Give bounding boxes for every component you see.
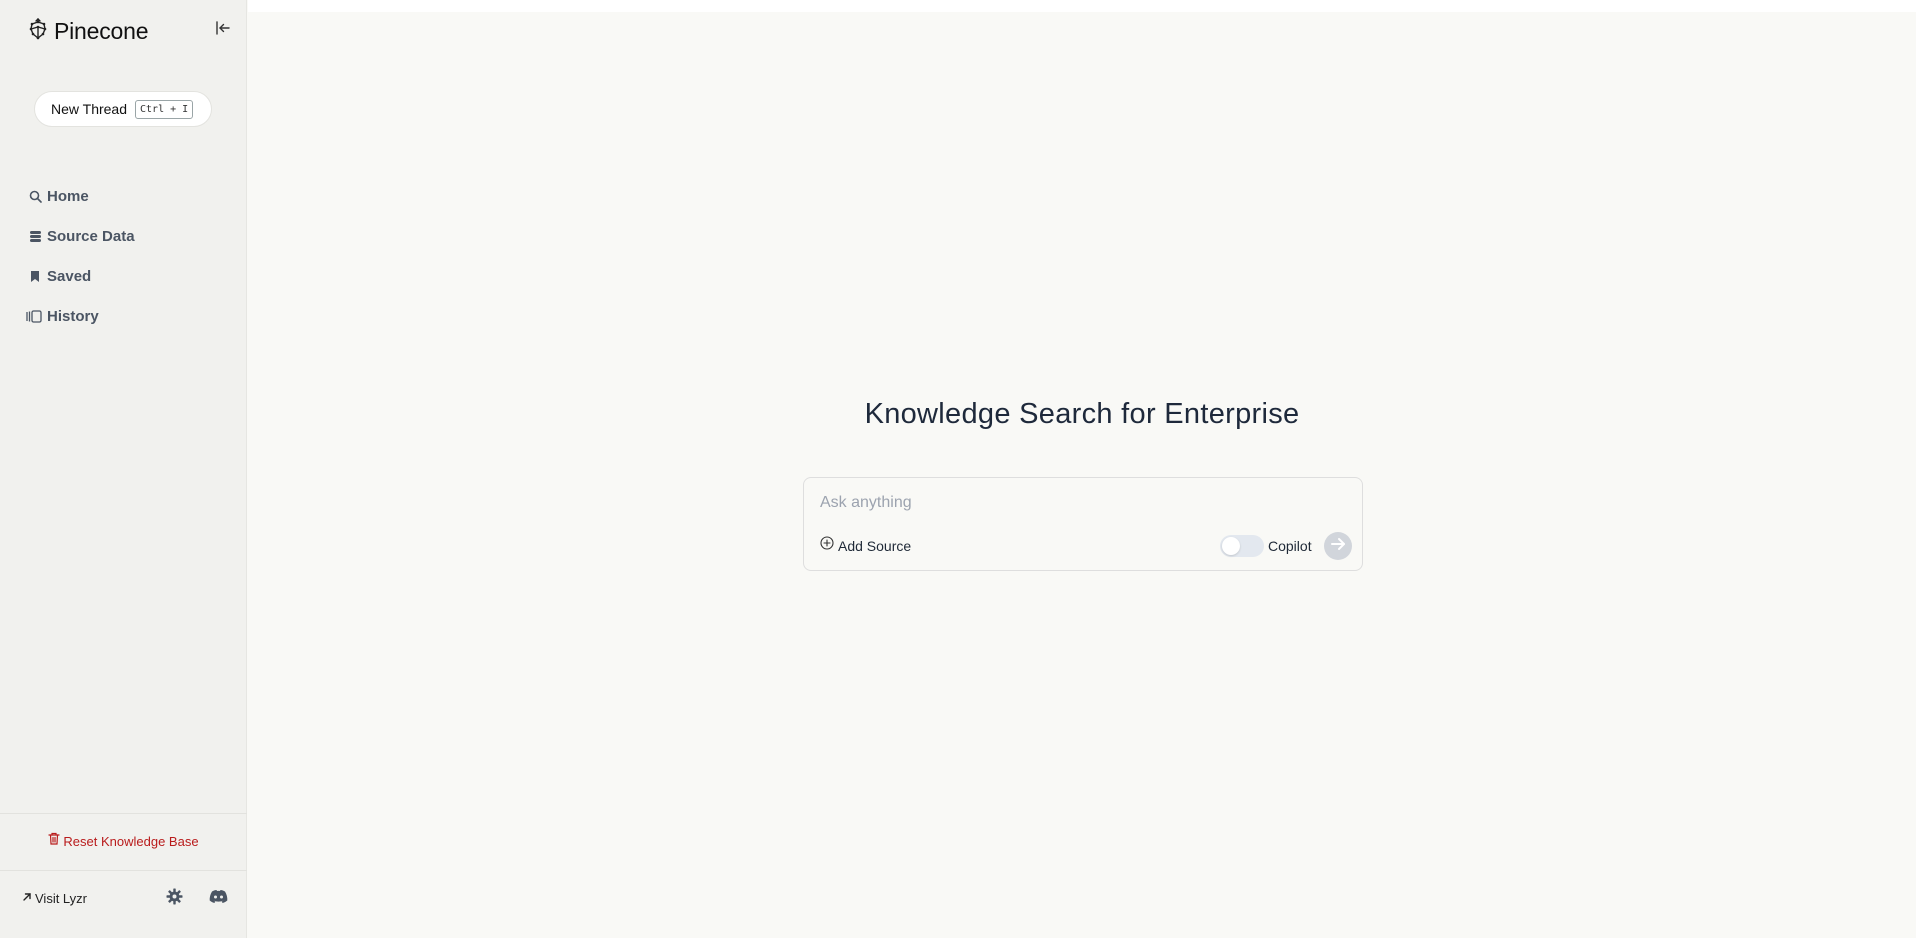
page-title: Knowledge Search for Enterprise [864,398,1300,430]
sidebar-item-source-data[interactable]: Source Data [0,216,247,256]
discord-button[interactable] [207,889,229,909]
external-link-arrow-icon [22,889,32,907]
sidebar-item-label: Saved [47,267,92,285]
new-thread-label: New Thread [51,101,128,117]
logo[interactable]: Pinecone [28,18,149,45]
sidebar-item-label: Home [47,187,89,205]
brand-name: Pinecone [54,18,149,44]
send-button[interactable] [1324,532,1352,560]
database-icon [28,229,42,243]
search-icon [28,189,42,203]
collapse-sidebar-button[interactable] [213,20,233,40]
sidebar-item-home[interactable]: Home [0,176,247,216]
collapse-sidebar-icon [215,20,231,40]
add-source-button[interactable]: Add Source [820,536,911,555]
toggle-knob [1222,537,1240,555]
search-input[interactable] [820,490,1340,516]
visit-lyzr-label: Visit Lyzr [35,890,88,906]
app-root: Pinecone New Thread Ctrl + I Home Source… [0,0,1916,938]
add-source-label: Add Source [838,537,912,554]
arrow-right-icon [1330,537,1346,556]
divider [0,870,247,871]
reset-knowledge-base-label: Reset Knowledge Base [63,833,199,849]
search-box: Add Source Copilot [803,477,1363,571]
settings-icon [166,888,183,910]
trash-icon [48,832,61,850]
sidebar: Pinecone New Thread Ctrl + I Home Source… [0,0,247,938]
bookmark-icon [28,269,42,283]
history-icon [26,309,42,323]
sidebar-item-label: History [47,307,99,325]
sidebar-item-history[interactable]: History [0,296,247,336]
discord-icon [209,889,228,909]
sidebar-item-saved[interactable]: Saved [0,256,247,296]
top-bar [248,0,1916,12]
keyboard-shortcut: Ctrl + I [135,99,194,119]
copilot-toggle[interactable] [1220,535,1264,557]
new-thread-button[interactable]: New Thread Ctrl + I [34,91,212,127]
pinecone-logo-icon [28,18,48,45]
reset-knowledge-base-button[interactable]: Reset Knowledge Base [0,826,247,856]
divider [0,813,247,814]
sidebar-nav: Home Source Data Saved History [0,176,247,336]
settings-button[interactable] [164,888,184,910]
sidebar-item-label: Source Data [47,227,135,245]
copilot-label: Copilot [1268,538,1312,554]
plus-circle-icon [820,536,834,555]
visit-lyzr-link[interactable]: Visit Lyzr [22,889,87,907]
